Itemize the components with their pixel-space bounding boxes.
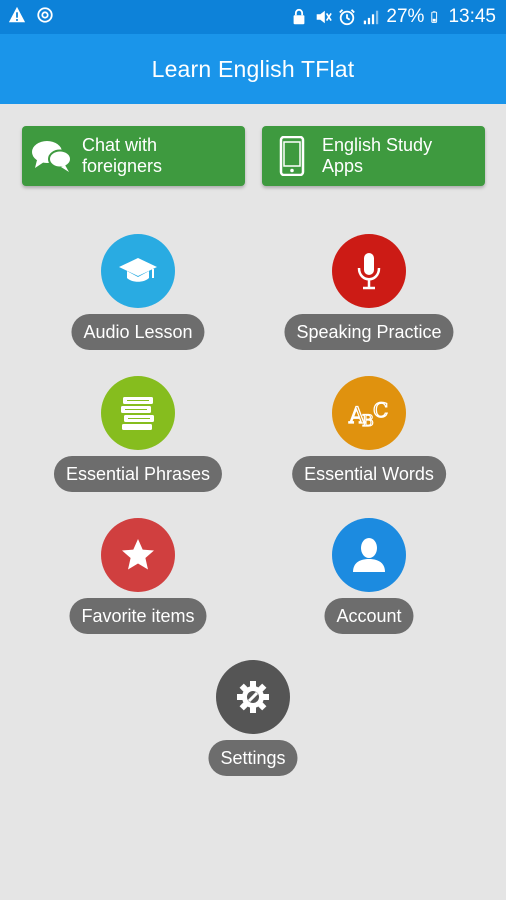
svg-text:B: B bbox=[362, 411, 374, 430]
app-bar: Learn English TFlat bbox=[0, 34, 506, 104]
chat-with-foreigners-button[interactable]: Chat with foreigners bbox=[22, 126, 245, 186]
status-bar: 27% 13:45 bbox=[0, 0, 506, 34]
svg-text:C: C bbox=[373, 398, 388, 422]
settings-button[interactable]: Settings bbox=[143, 660, 363, 780]
chat-bubbles-icon bbox=[22, 126, 82, 186]
star-icon bbox=[101, 518, 175, 592]
english-study-apps-button[interactable]: English Study Apps bbox=[262, 126, 485, 186]
audio-lesson-button[interactable]: Audio Lesson bbox=[28, 234, 248, 354]
warning-icon bbox=[8, 6, 26, 23]
graduation-cap-icon bbox=[101, 234, 175, 308]
account-button[interactable]: Account bbox=[259, 518, 479, 638]
settings-label: Settings bbox=[208, 740, 298, 776]
signal-icon bbox=[364, 10, 379, 25]
favorite-items-label: Favorite items bbox=[69, 598, 207, 634]
speaking-practice-button[interactable]: Speaking Practice bbox=[259, 234, 479, 354]
sync-icon bbox=[37, 7, 53, 23]
lock-icon bbox=[294, 8, 305, 25]
battery-icon bbox=[431, 11, 438, 23]
account-label: Account bbox=[324, 598, 414, 634]
favorite-items-button[interactable]: Favorite items bbox=[28, 518, 248, 638]
status-bar-left bbox=[8, 6, 54, 24]
app-title: Learn English TFlat bbox=[151, 55, 355, 82]
essential-words-label: Essential Words bbox=[292, 456, 446, 492]
english-study-apps-label: English Study Apps bbox=[322, 135, 433, 176]
alarm-icon bbox=[339, 9, 356, 26]
mute-icon bbox=[317, 10, 333, 24]
speaking-practice-label: Speaking Practice bbox=[284, 314, 454, 350]
clock: 13:45 bbox=[448, 6, 496, 27]
smartphone-icon bbox=[262, 126, 322, 186]
abc-icon: A B C bbox=[332, 376, 406, 450]
chat-with-foreigners-label: Chat with foreigners bbox=[82, 135, 163, 176]
battery-percent: 27% bbox=[386, 6, 425, 27]
books-icon bbox=[101, 376, 175, 450]
gear-wrench-icon bbox=[216, 660, 290, 734]
user-icon bbox=[332, 518, 406, 592]
microphone-icon bbox=[332, 234, 406, 308]
essential-phrases-label: Essential Phrases bbox=[53, 456, 223, 492]
status-bar-right: 27% 13:45 bbox=[290, 6, 496, 28]
essential-phrases-button[interactable]: Essential Phrases bbox=[28, 376, 248, 496]
audio-lesson-label: Audio Lesson bbox=[71, 314, 205, 350]
essential-words-button[interactable]: A B C Essential Words bbox=[259, 376, 479, 496]
